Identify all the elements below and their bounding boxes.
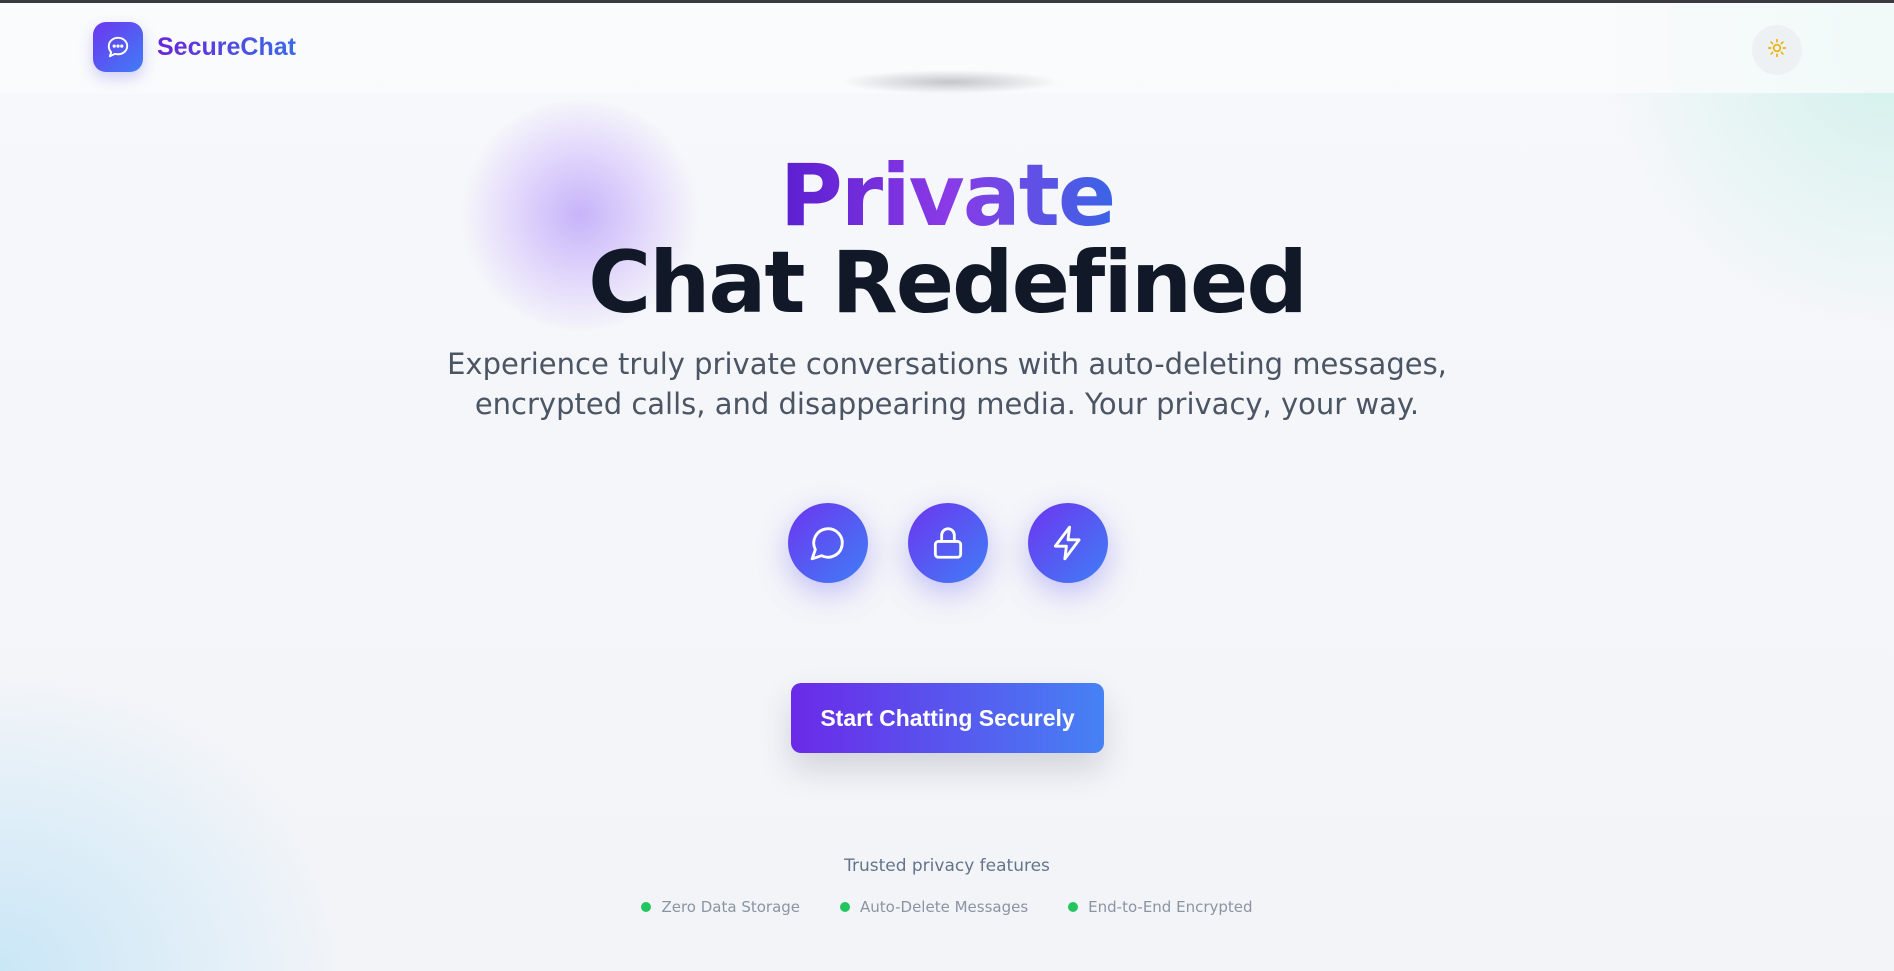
trust-badge-label: End-to-End Encrypted — [1088, 898, 1253, 916]
start-chatting-button[interactable]: Start Chatting Securely — [791, 683, 1104, 753]
brand-name: SecureChat — [157, 32, 296, 61]
decorative-shadow — [840, 70, 1060, 94]
hero-headline-accent: Private — [779, 146, 1116, 246]
hero-subtitle: Experience truly private conversations w… — [447, 347, 1447, 421]
trust-badge-label: Auto-Delete Messages — [860, 898, 1029, 916]
trust-badge-label: Zero Data Storage — [661, 898, 801, 916]
message-circle-icon — [788, 503, 868, 583]
trust-badge: Auto-Delete Messages — [840, 898, 1028, 916]
trust-badge: End-to-End Encrypted — [1068, 898, 1253, 916]
status-dot-icon — [641, 902, 652, 912]
hero-headline: Chat Redefined — [588, 233, 1308, 333]
chat-bubble-dots-icon — [93, 22, 143, 72]
status-dot-icon — [840, 902, 851, 912]
theme-toggle-button[interactable] — [1752, 25, 1802, 75]
trust-heading: Trusted privacy features — [844, 856, 1050, 876]
sun-icon — [1767, 38, 1787, 62]
lock-icon — [908, 503, 988, 583]
status-dot-icon — [1068, 902, 1079, 912]
trust-badges: Zero Data Storage Auto-Delete Messages E… — [0, 898, 1894, 916]
feature-icons — [788, 503, 1108, 583]
lightning-bolt-icon — [1028, 503, 1108, 583]
trust-badge: Zero Data Storage — [641, 898, 800, 916]
brand[interactable]: SecureChat — [93, 22, 296, 72]
landing-page: SecureChat Private Chat Redefined Experi… — [0, 0, 1894, 971]
